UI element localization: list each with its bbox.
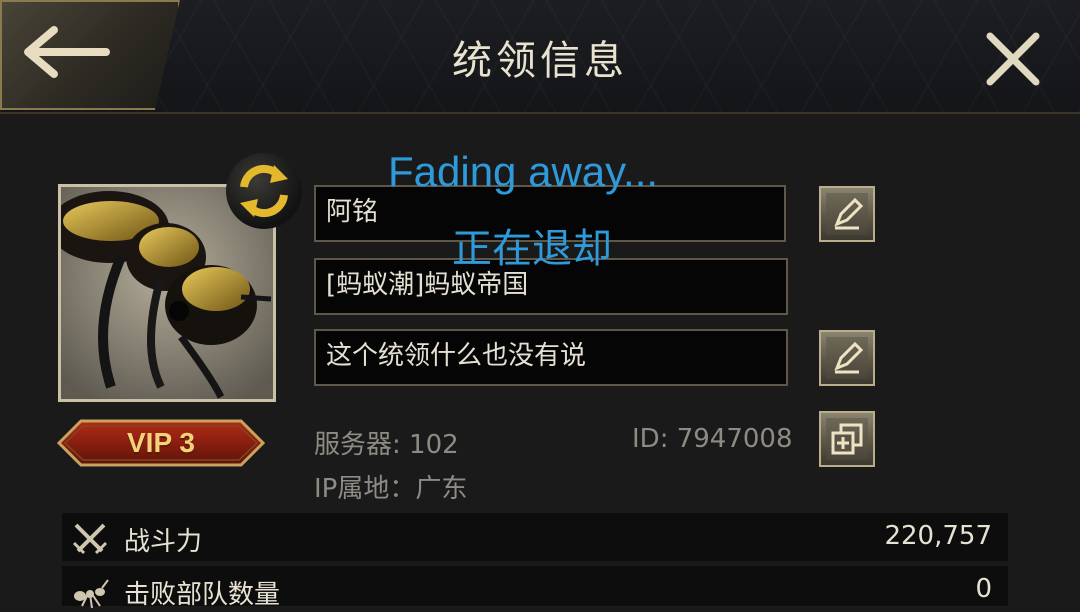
- stat-value: 220,757: [884, 521, 992, 551]
- stat-label: 击败部队数量: [124, 580, 281, 610]
- copy-id-button[interactable]: [819, 411, 875, 467]
- pencil-icon: [834, 341, 864, 374]
- stat-row-defeated-troops: 击败部队数量 0: [62, 566, 1008, 610]
- ip-location: IP属地：广东: [314, 474, 468, 504]
- stat-label: 战斗力: [124, 527, 203, 557]
- stat-value: 0: [975, 574, 992, 604]
- edit-declaration-button[interactable]: [819, 330, 875, 386]
- overlay-caption-chinese: 正在退却: [452, 226, 612, 272]
- stat-row-power: 战斗力 220,757: [62, 513, 1008, 561]
- page-title: 统领信息: [452, 38, 628, 84]
- vip-level: VIP 3: [127, 427, 195, 458]
- close-icon: [986, 32, 1040, 86]
- swap-arrows-icon: [240, 164, 288, 218]
- pencil-icon: [834, 197, 864, 230]
- server-label: 服务器: 102: [314, 430, 459, 460]
- copy-icon: [831, 423, 863, 455]
- crossed-swords-icon: [72, 523, 108, 555]
- declaration-field: 这个统领什么也没有说: [314, 329, 788, 386]
- overlay-caption-english: Fading away...: [388, 148, 659, 195]
- change-avatar-button[interactable]: [226, 153, 302, 229]
- close-button[interactable]: [980, 26, 1046, 92]
- vip-badge[interactable]: VIP 3: [55, 417, 267, 469]
- ant-icon: [74, 579, 109, 609]
- player-id: ID: 7947008: [632, 424, 793, 454]
- edit-name-button[interactable]: [819, 186, 875, 242]
- top-bar: 统领信息: [0, 0, 1080, 114]
